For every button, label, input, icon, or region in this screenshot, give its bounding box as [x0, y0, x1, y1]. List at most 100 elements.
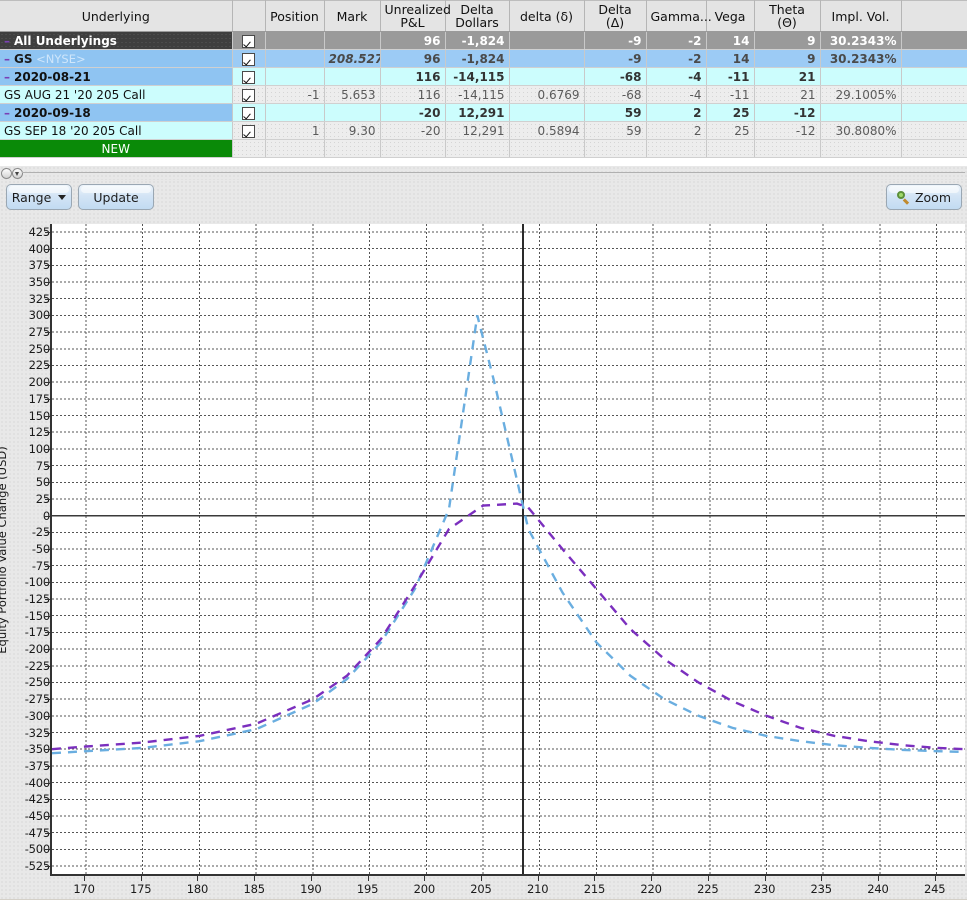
row-name-cell[interactable]: GS AUG 21 '20 205 Call	[0, 85, 233, 104]
cell-delta_big[interactable]: -9	[584, 49, 647, 68]
cell-theta[interactable]: -12	[754, 121, 821, 140]
row-name-cell[interactable]: –2020-08-21	[0, 67, 233, 86]
row-checkbox[interactable]	[242, 88, 255, 102]
cell-gamma[interactable]: -2	[646, 31, 707, 50]
row-name-cell[interactable]: –2020-09-18	[0, 103, 233, 122]
cell-delta_small[interactable]	[509, 67, 585, 86]
row-checkbox-cell[interactable]	[232, 139, 266, 158]
table-row[interactable]: GS AUG 21 '20 205 Call -1 5.653 116 -14,115 0…	[0, 85, 967, 104]
cell-gamma[interactable]: 2	[646, 103, 707, 122]
cell-gamma[interactable]: -4	[646, 67, 707, 86]
cell-position[interactable]	[265, 103, 325, 122]
cell-delta_small[interactable]	[509, 31, 585, 50]
cell-position[interactable]	[265, 139, 325, 158]
row-checkbox-cell[interactable]	[232, 49, 266, 68]
update-button[interactable]: Update	[78, 184, 154, 210]
cell-mark[interactable]: 208.527	[324, 49, 381, 68]
cell-iv[interactable]	[820, 103, 902, 122]
row-checkbox-cell[interactable]	[232, 67, 266, 86]
cell-mark[interactable]	[324, 139, 381, 158]
cell-delta_big[interactable]: -68	[584, 67, 647, 86]
cell-upnl[interactable]: 96	[380, 31, 446, 50]
collapse-toggle-icon[interactable]: –	[4, 53, 14, 65]
column-header-name[interactable]: Underlying	[0, 0, 233, 32]
panel-splitter[interactable]	[0, 166, 967, 180]
row-checkbox[interactable]	[242, 70, 255, 84]
cell-vega[interactable]: -11	[706, 85, 755, 104]
cell-delta_small[interactable]	[509, 139, 585, 158]
cell-mark[interactable]	[324, 67, 381, 86]
table-row[interactable]: – GS <NYSE> 208.527 96 -1,824 -9 -2 14 9 30.2343%	[0, 49, 967, 68]
cell-delta_small[interactable]: 0.6769	[509, 85, 585, 104]
cell-deltadollars[interactable]: -14,115	[445, 85, 510, 104]
cell-delta_big[interactable]: -68	[584, 85, 647, 104]
table-row[interactable]: –2020-08-21 116 -14,115 -68 -4 -11 21	[0, 67, 967, 86]
cell-mark[interactable]	[324, 31, 381, 50]
cell-gamma[interactable]: -4	[646, 85, 707, 104]
cell-deltadollars[interactable]: -1,824	[445, 31, 510, 50]
cell-upnl[interactable]	[380, 139, 446, 158]
cell-theta[interactable]: 21	[754, 85, 821, 104]
cell-vega[interactable]: 25	[706, 103, 755, 122]
row-checkbox-cell[interactable]	[232, 103, 266, 122]
column-header-check[interactable]	[232, 0, 266, 32]
cell-delta_small[interactable]	[509, 49, 585, 68]
row-checkbox[interactable]	[242, 34, 255, 48]
cell-deltadollars[interactable]: 12,291	[445, 103, 510, 122]
row-checkbox-cell[interactable]	[232, 31, 266, 50]
cell-iv[interactable]	[820, 139, 902, 158]
cell-upnl[interactable]: 116	[380, 67, 446, 86]
column-header-deltadollars[interactable]: Delta Dollars	[445, 0, 510, 32]
cell-deltadollars[interactable]: 12,291	[445, 121, 510, 140]
cell-gamma[interactable]: 2	[646, 121, 707, 140]
row-name-cell[interactable]: GS SEP 18 '20 205 Call	[0, 121, 233, 140]
cell-theta[interactable]: 9	[754, 49, 821, 68]
cell-delta_big[interactable]	[584, 139, 647, 158]
column-header-upnl[interactable]: Unrealized P&L	[380, 0, 451, 32]
collapse-up-icon[interactable]	[1, 168, 12, 179]
cell-iv[interactable]: 30.2343%	[820, 49, 902, 68]
cell-iv[interactable]: 30.2343%	[820, 31, 902, 50]
table-row[interactable]: NEW	[0, 139, 967, 158]
cell-position[interactable]	[265, 67, 325, 86]
row-checkbox[interactable]	[242, 52, 255, 66]
cell-deltadollars[interactable]: -14,115	[445, 67, 510, 86]
cell-theta[interactable]: 21	[754, 67, 821, 86]
cell-mark[interactable]	[324, 103, 381, 122]
cell-vega[interactable]: -11	[706, 67, 755, 86]
column-header-pad[interactable]	[901, 0, 967, 32]
range-button[interactable]: Range	[6, 184, 72, 210]
zoom-button[interactable]: Zoom	[886, 184, 962, 210]
cell-position[interactable]	[265, 31, 325, 50]
cell-gamma[interactable]	[646, 139, 707, 158]
cell-deltadollars[interactable]	[445, 139, 510, 158]
cell-delta_small[interactable]: 0.5894	[509, 121, 585, 140]
cell-upnl[interactable]: 96	[380, 49, 446, 68]
collapse-toggle-icon[interactable]: –	[4, 71, 14, 83]
cell-upnl[interactable]: -20	[380, 121, 446, 140]
column-header-vega[interactable]: Vega	[706, 0, 755, 32]
row-checkbox-cell[interactable]	[232, 85, 266, 104]
column-header-iv[interactable]: Impl. Vol.	[820, 0, 902, 32]
cell-theta[interactable]	[754, 139, 821, 158]
cell-iv[interactable]: 30.8080%	[820, 121, 902, 140]
row-name-cell[interactable]: – All Underlyings	[0, 31, 233, 50]
cell-position[interactable]: 1	[265, 121, 325, 140]
collapse-toggle-icon[interactable]: –	[4, 35, 14, 47]
cell-iv[interactable]	[820, 67, 902, 86]
column-header-delta_big[interactable]: Delta (Δ)	[584, 0, 647, 32]
cell-vega[interactable]: 25	[706, 121, 755, 140]
row-name-cell[interactable]: NEW	[0, 139, 233, 158]
row-checkbox[interactable]	[242, 124, 255, 138]
plot-area[interactable]	[50, 224, 965, 876]
cell-vega[interactable]: 14	[706, 31, 755, 50]
cell-mark[interactable]: 9.30	[324, 121, 381, 140]
cell-upnl[interactable]: 116	[380, 85, 446, 104]
cell-delta_big[interactable]: 59	[584, 103, 647, 122]
cell-theta[interactable]: -12	[754, 103, 821, 122]
cell-theta[interactable]: 9	[754, 31, 821, 50]
table-row[interactable]: GS SEP 18 '20 205 Call 1 9.30 -20 12,291 0.58…	[0, 121, 967, 140]
column-header-theta[interactable]: Theta (Θ)	[754, 0, 821, 32]
table-row[interactable]: – All Underlyings 96 -1,824 -9 -2 14 9 30.2343%	[0, 31, 967, 50]
collapse-down-icon[interactable]	[12, 168, 23, 179]
